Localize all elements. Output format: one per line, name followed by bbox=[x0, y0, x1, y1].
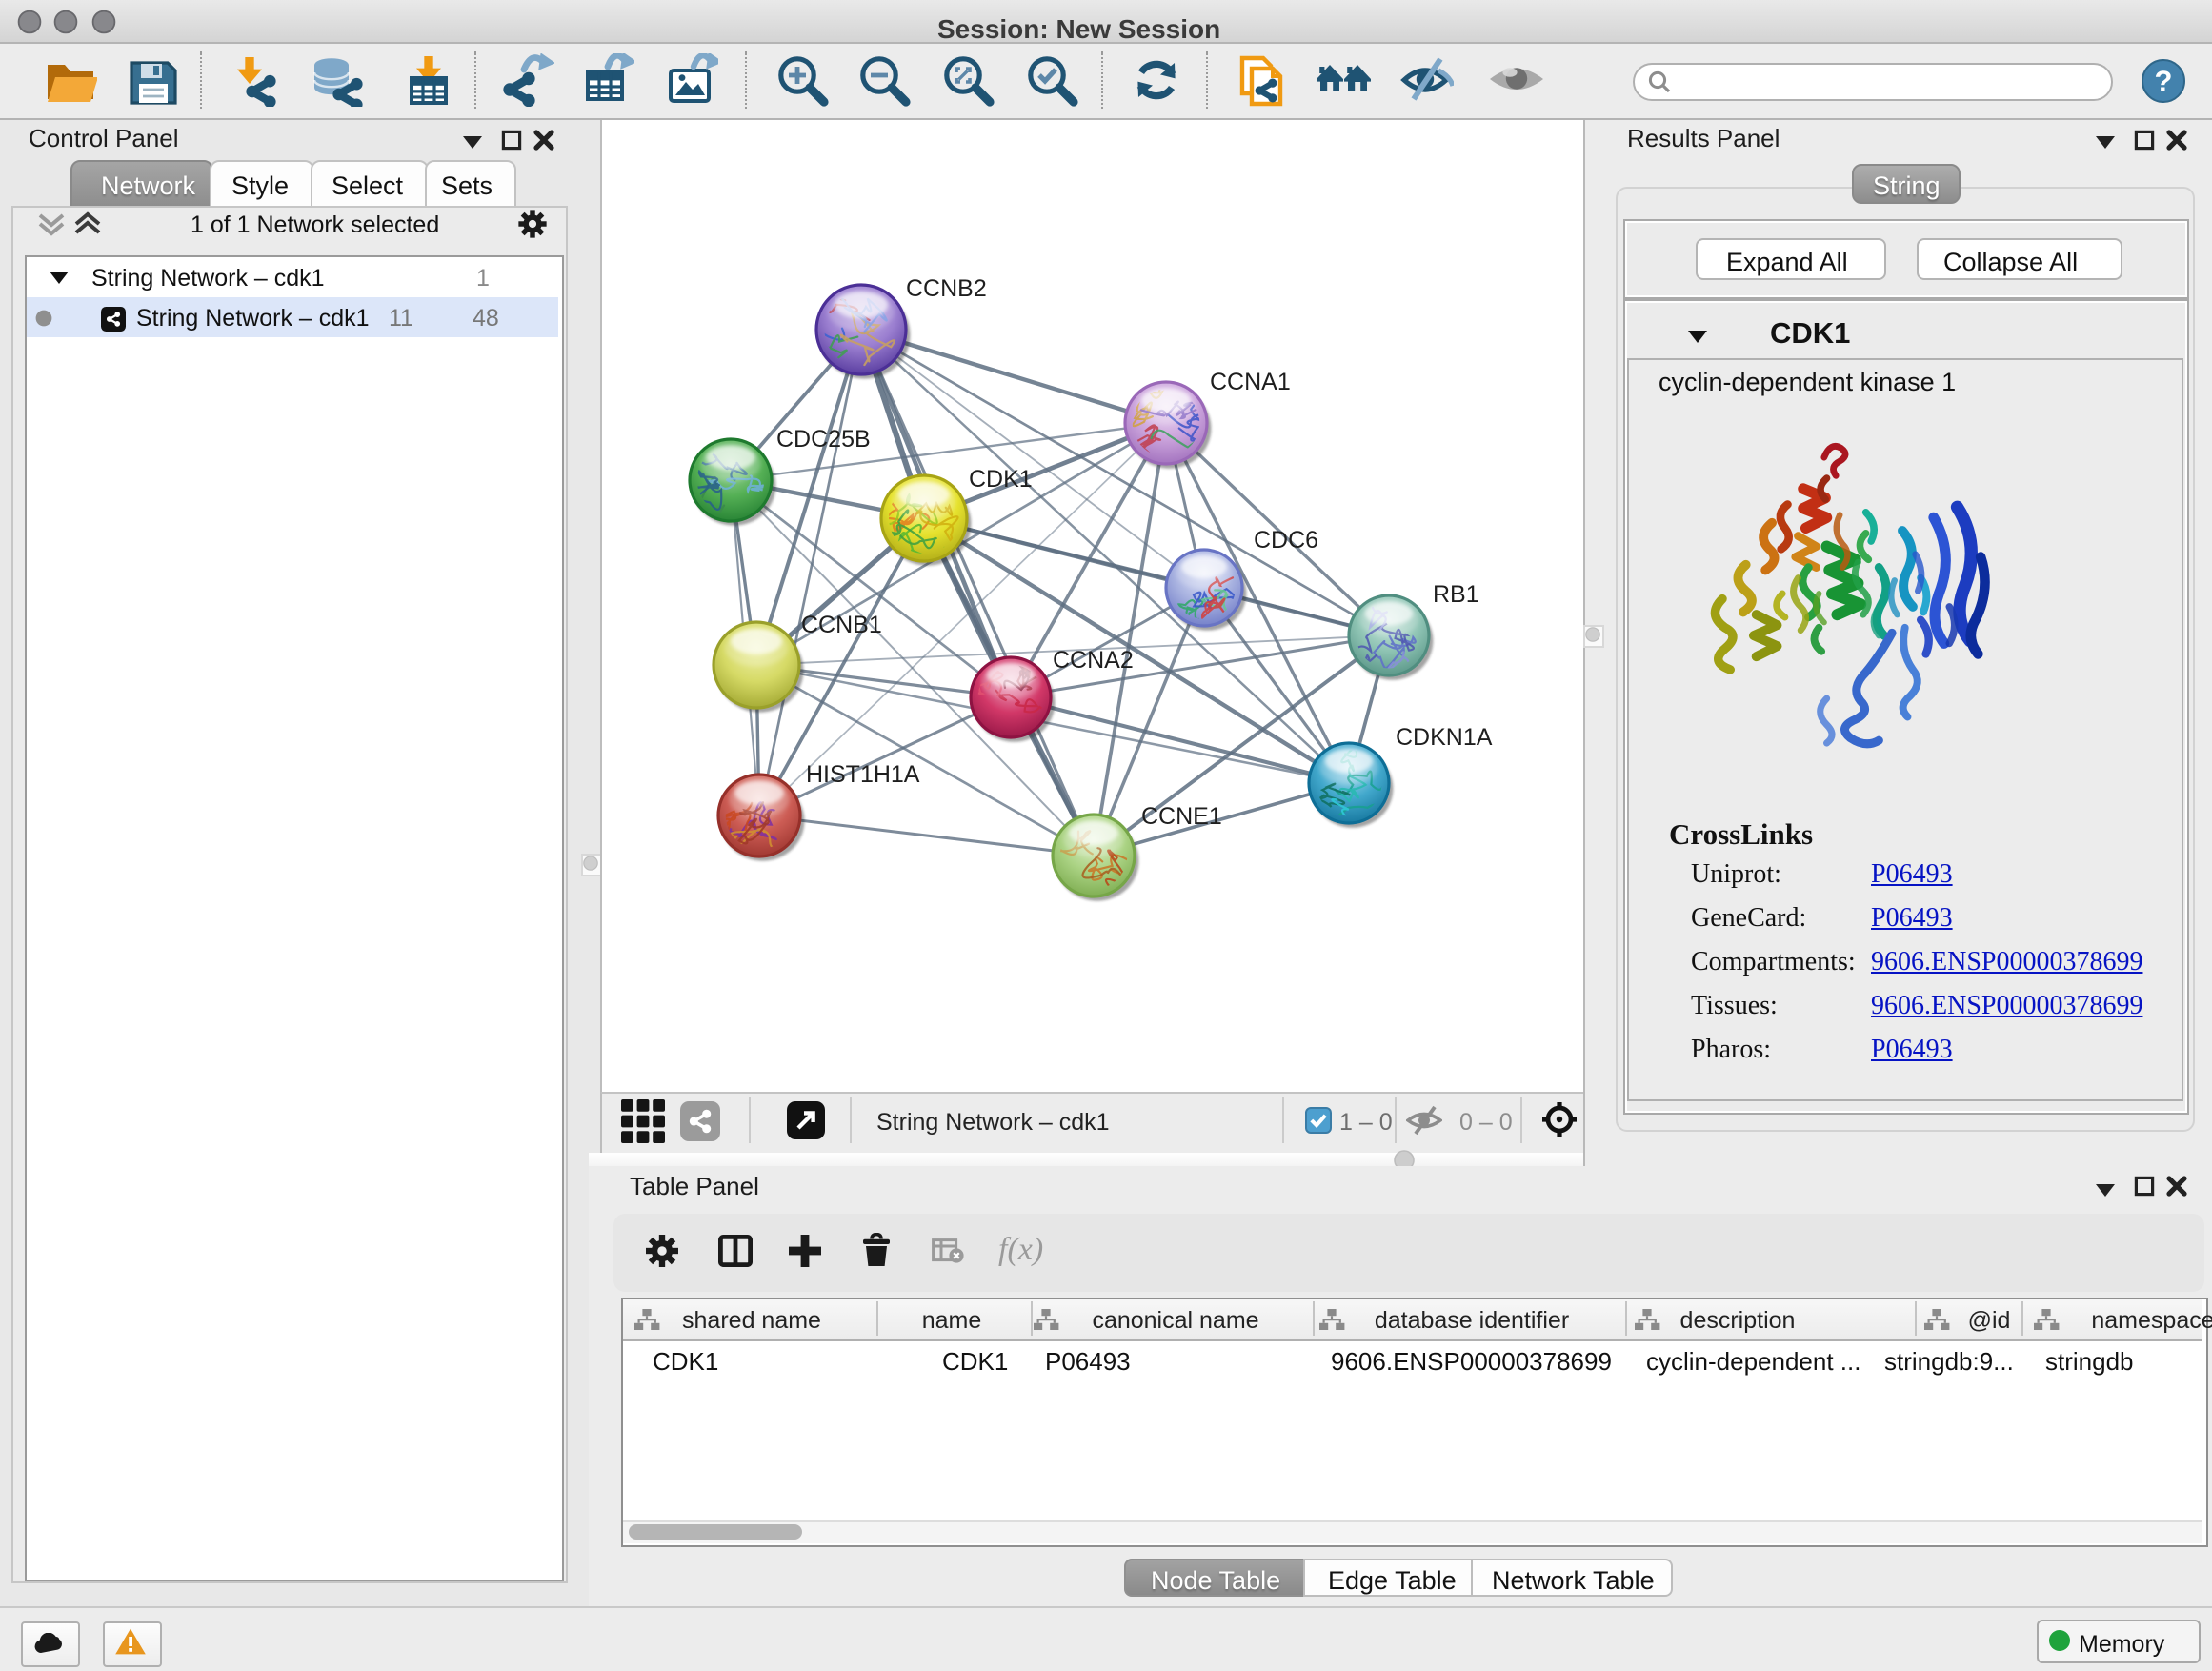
svg-text:HIST1H1A: HIST1H1A bbox=[805, 761, 919, 788]
svg-text:CCNE1: CCNE1 bbox=[1140, 803, 1221, 830]
svg-text:CCNA2: CCNA2 bbox=[1052, 647, 1133, 674]
svg-text:CCNA1: CCNA1 bbox=[1209, 369, 1290, 395]
svg-text:CDC25B: CDC25B bbox=[775, 426, 870, 453]
svg-text:CCNB2: CCNB2 bbox=[905, 275, 986, 302]
svg-text:?: ? bbox=[2155, 65, 2173, 98]
svg-text:CDKN1A: CDKN1A bbox=[1395, 724, 1492, 751]
svg-text:CDK1: CDK1 bbox=[968, 466, 1032, 493]
svg-text:CDC6: CDC6 bbox=[1253, 527, 1317, 554]
svg-text:CCNB1: CCNB1 bbox=[800, 612, 881, 638]
svg-text:RB1: RB1 bbox=[1432, 581, 1478, 608]
